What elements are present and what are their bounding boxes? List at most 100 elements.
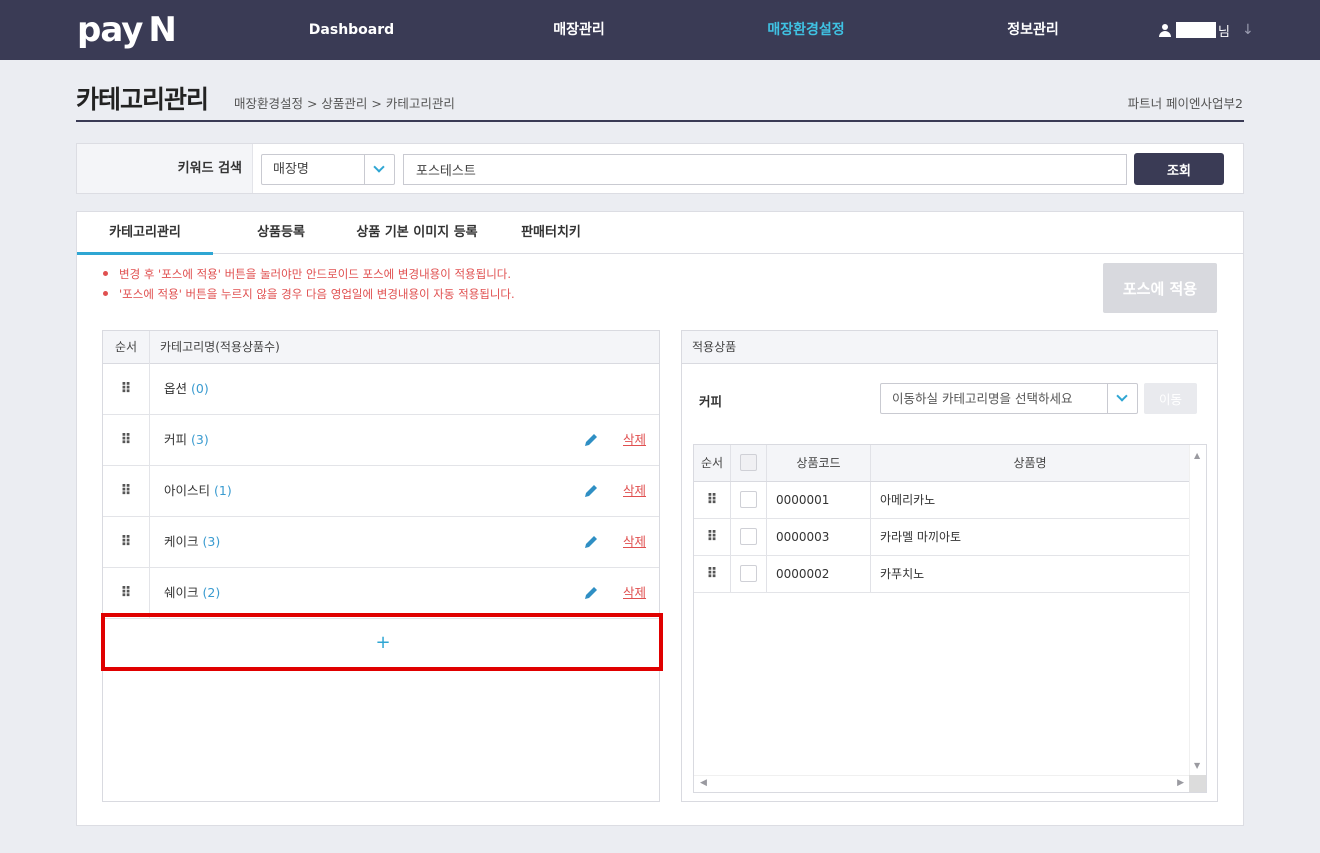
- delete-link[interactable]: 삭제: [623, 517, 646, 567]
- drag-handle-icon[interactable]: ⠿: [103, 568, 150, 618]
- top-nav: pay N Dashboard 매장관리 매장환경설정 정보관리 님 ↓: [0, 0, 1320, 60]
- category-row[interactable]: ⠿ 커피 (3) 삭제: [103, 415, 659, 466]
- user-suffix: 님: [1218, 24, 1230, 40]
- row-checkbox[interactable]: [740, 528, 757, 545]
- delete-link[interactable]: 삭제: [623, 466, 646, 516]
- col-product-name: 상품명: [1013, 456, 1047, 470]
- title-divider: [76, 120, 1244, 122]
- product-name: 아메리카노: [880, 493, 936, 507]
- category-name[interactable]: 케이크 (3): [164, 517, 220, 567]
- category-row[interactable]: ⠿ 쉐이크 (2) 삭제: [103, 568, 659, 619]
- tab-sales-touch-key[interactable]: 판매터치키: [509, 212, 593, 254]
- drag-handle-icon[interactable]: ⠿: [103, 415, 150, 465]
- notice-item: '포스에 적용' 버튼을 누르지 않을 경우 다음 영업일에 변경내용이 자동 …: [99, 284, 515, 304]
- drag-handle-icon[interactable]: ⠿: [103, 364, 150, 414]
- page-title: 카테고리관리: [76, 85, 209, 114]
- apply-to-pos-button[interactable]: 포스에 적용: [1103, 263, 1217, 313]
- chevron-down-icon: [373, 161, 385, 173]
- product-name: 카푸치노: [880, 567, 925, 581]
- category-name[interactable]: 아이스티 (1): [164, 466, 232, 516]
- category-count: (3): [202, 534, 221, 549]
- edit-pencil-icon[interactable]: [583, 483, 599, 499]
- product-code: 0000003: [767, 519, 871, 555]
- user-menu[interactable]: 님 ↓: [1158, 19, 1254, 41]
- move-button[interactable]: 이동: [1144, 383, 1197, 414]
- product-table: 순서 상품코드 상품명 ⠿ 0000001 아메리카노 ⠿ 0000003 카라…: [693, 444, 1207, 793]
- drag-handle-icon[interactable]: ⠿: [103, 517, 150, 567]
- horizontal-scrollbar[interactable]: ◀ ▶: [694, 775, 1206, 792]
- table-row[interactable]: ⠿ 0000003 카라멜 마끼아토: [694, 519, 1189, 556]
- applied-products-panel: 적용상품 커피 이동하실 카테고리명을 선택하세요 이동 순서 상품코드 상품명…: [681, 330, 1218, 802]
- search-field-select[interactable]: 매장명: [261, 154, 395, 185]
- nav-dashboard[interactable]: Dashboard: [300, 0, 403, 60]
- scrollbar-corner: [1189, 775, 1206, 792]
- row-check-cell: [731, 482, 767, 518]
- tab-product-registration[interactable]: 상품등록: [241, 212, 321, 254]
- product-table-header: 순서 상품코드 상품명: [694, 445, 1189, 482]
- query-button[interactable]: 조회: [1134, 153, 1224, 185]
- delete-link[interactable]: 삭제: [623, 568, 646, 618]
- move-category-placeholder: 이동하실 카테고리명을 선택하세요: [892, 391, 1073, 406]
- drag-handle-icon[interactable]: ⠿: [694, 482, 731, 518]
- row-check-cell: [731, 556, 767, 592]
- row-checkbox[interactable]: [740, 491, 757, 508]
- scroll-up-icon[interactable]: ▲: [1194, 451, 1200, 460]
- category-row[interactable]: ⠿ 옵션 (0): [103, 364, 659, 415]
- nav-info-management[interactable]: 정보관리: [996, 0, 1070, 60]
- category-row[interactable]: ⠿ 케이크 (3) 삭제: [103, 517, 659, 568]
- payn-logo[interactable]: pay N: [77, 10, 177, 50]
- dropdown-toggle[interactable]: [364, 155, 394, 184]
- user-icon: [1158, 23, 1172, 37]
- category-name[interactable]: 커피 (3): [164, 415, 209, 465]
- category-row[interactable]: ⠿ 아이스티 (1) 삭제: [103, 466, 659, 517]
- delete-link[interactable]: 삭제: [623, 415, 646, 465]
- keyword-input[interactable]: [403, 154, 1127, 185]
- department-label: 파트너 페이엔사업부2: [1127, 96, 1243, 111]
- logout-arrow-icon[interactable]: ↓: [1242, 22, 1254, 38]
- applied-products-title: 적용상품: [682, 331, 1217, 364]
- notice-item: 변경 후 '포스에 적용' 버튼을 눌러야만 안드로이드 포스에 변경내용이 적…: [99, 264, 515, 284]
- edit-pencil-icon[interactable]: [583, 585, 599, 601]
- dropdown-toggle[interactable]: [1107, 384, 1137, 413]
- notice-list: 변경 후 '포스에 적용' 버튼을 눌러야만 안드로이드 포스에 변경내용이 적…: [99, 264, 515, 304]
- drag-handle-icon[interactable]: ⠿: [694, 556, 731, 592]
- edit-pencil-icon[interactable]: [583, 534, 599, 550]
- scroll-left-icon[interactable]: ◀: [700, 778, 707, 788]
- category-count: (3): [191, 432, 209, 447]
- tab-category-management[interactable]: 카테고리관리: [77, 212, 213, 255]
- drag-handle-icon[interactable]: ⠿: [694, 519, 731, 555]
- nav-store-settings[interactable]: 매장환경설정: [758, 0, 854, 60]
- product-name: 카라멜 마끼아토: [880, 530, 962, 544]
- table-row[interactable]: ⠿ 0000001 아메리카노: [694, 482, 1189, 519]
- drag-handle-icon[interactable]: ⠿: [103, 466, 150, 516]
- row-checkbox[interactable]: [740, 565, 757, 582]
- category-count: (0): [191, 381, 209, 396]
- product-code: 0000002: [767, 556, 871, 592]
- table-row[interactable]: ⠿ 0000002 카푸치노: [694, 556, 1189, 593]
- tab-product-image-registration[interactable]: 상품 기본 이미지 등록: [347, 212, 487, 254]
- masked-username: [1176, 22, 1216, 38]
- chevron-down-icon: [1116, 390, 1128, 402]
- breadcrumb: 매장환경설정 > 상품관리 > 카테고리관리: [234, 96, 455, 111]
- scroll-right-icon[interactable]: ▶: [1177, 778, 1184, 788]
- edit-pencil-icon[interactable]: [583, 432, 599, 448]
- add-category-button[interactable]: +: [108, 618, 658, 667]
- search-panel: 키워드 검색 매장명 조회: [76, 143, 1244, 194]
- col-order: 순서: [694, 445, 731, 481]
- move-category-select[interactable]: 이동하실 카테고리명을 선택하세요: [880, 383, 1138, 414]
- product-code: 0000001: [767, 482, 871, 518]
- col-category-name: 카테고리명(적용상품수): [160, 340, 280, 354]
- select-all-checkbox[interactable]: [740, 454, 757, 471]
- row-check-cell: [731, 519, 767, 555]
- nav-store-management[interactable]: 매장관리: [540, 0, 618, 60]
- vertical-scrollbar[interactable]: ▲ ▼: [1189, 445, 1206, 776]
- col-product-code: 상품코드: [767, 445, 871, 481]
- category-count: (2): [202, 585, 221, 600]
- col-select-all: [731, 445, 767, 481]
- category-table-header: 순서 카테고리명(적용상품수): [103, 331, 659, 364]
- scroll-down-icon[interactable]: ▼: [1194, 761, 1200, 770]
- category-name[interactable]: 쉐이크 (2): [164, 568, 220, 618]
- category-count: (1): [214, 483, 232, 498]
- selected-category-label: 커피: [699, 394, 723, 409]
- category-name[interactable]: 옵션 (0): [164, 364, 209, 414]
